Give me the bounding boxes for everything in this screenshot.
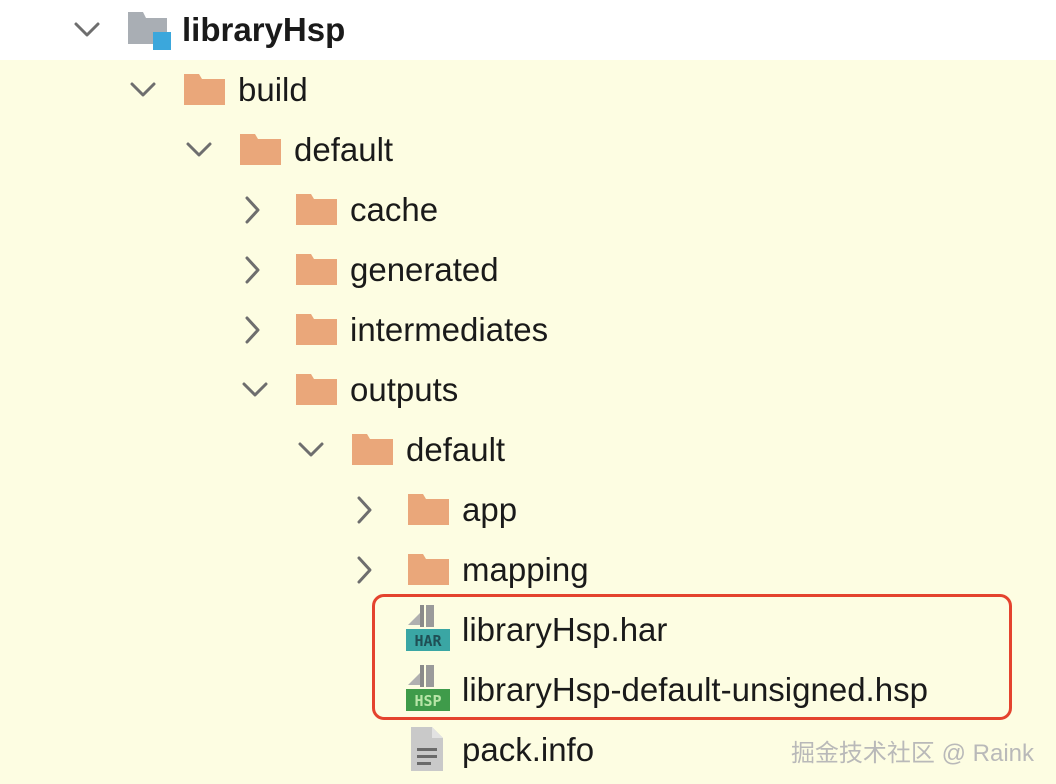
folder-icon [239,132,283,171]
project-file-tree: libraryHsp build default cache generated… [0,0,1056,784]
folder-icon [295,372,339,411]
tree-node-outputs[interactable]: outputs [0,360,1056,420]
text-file-icon [410,726,444,777]
chevron-down-icon[interactable] [238,373,272,407]
tree-node-label: app [462,491,518,528]
tree-node-label: default [294,131,394,168]
highlight-box [372,594,1012,720]
folder-icon [407,552,451,591]
folder-icon [295,312,339,351]
tree-node-label: mapping [462,551,589,588]
tree-node-app[interactable]: app [0,480,1056,540]
tree-node-intermediates[interactable]: intermediates [0,300,1056,360]
chevron-right-icon[interactable] [236,253,270,287]
tree-node-cache[interactable]: cache [0,180,1056,240]
module-folder-icon [127,8,173,57]
tree-node-label: outputs [350,371,459,408]
folder-icon [295,192,339,231]
tree-node-label: cache [350,191,439,228]
chevron-right-icon[interactable] [236,193,270,227]
tree-node-libraryHsp[interactable]: libraryHsp [0,0,1056,60]
chevron-right-icon[interactable] [348,553,382,587]
tree-node-build[interactable]: build [0,60,1056,120]
tree-node-outputs-default[interactable]: default [0,420,1056,480]
tree-node-label: generated [350,251,499,288]
folder-icon [407,492,451,531]
chevron-right-icon[interactable] [348,493,382,527]
tree-node-generated[interactable]: generated [0,240,1056,300]
tree-node-default[interactable]: default [0,120,1056,180]
folder-icon [351,432,395,471]
tree-node-label: build [238,71,308,108]
folder-icon [183,72,227,111]
chevron-down-icon[interactable] [294,433,328,467]
chevron-down-icon[interactable] [126,73,160,107]
chevron-down-icon[interactable] [70,13,104,47]
watermark: 掘金技术社区 @ Raink [790,740,1034,767]
chevron-down-icon[interactable] [182,133,216,167]
tree-node-label: intermediates [350,311,549,348]
tree-node-label: pack.info [462,731,595,768]
folder-icon [295,252,339,291]
chevron-right-icon[interactable] [236,313,270,347]
tree-node-mapping[interactable]: mapping [0,540,1056,600]
tree-node-label: libraryHsp [182,11,346,48]
tree-node-label: default [406,431,506,468]
